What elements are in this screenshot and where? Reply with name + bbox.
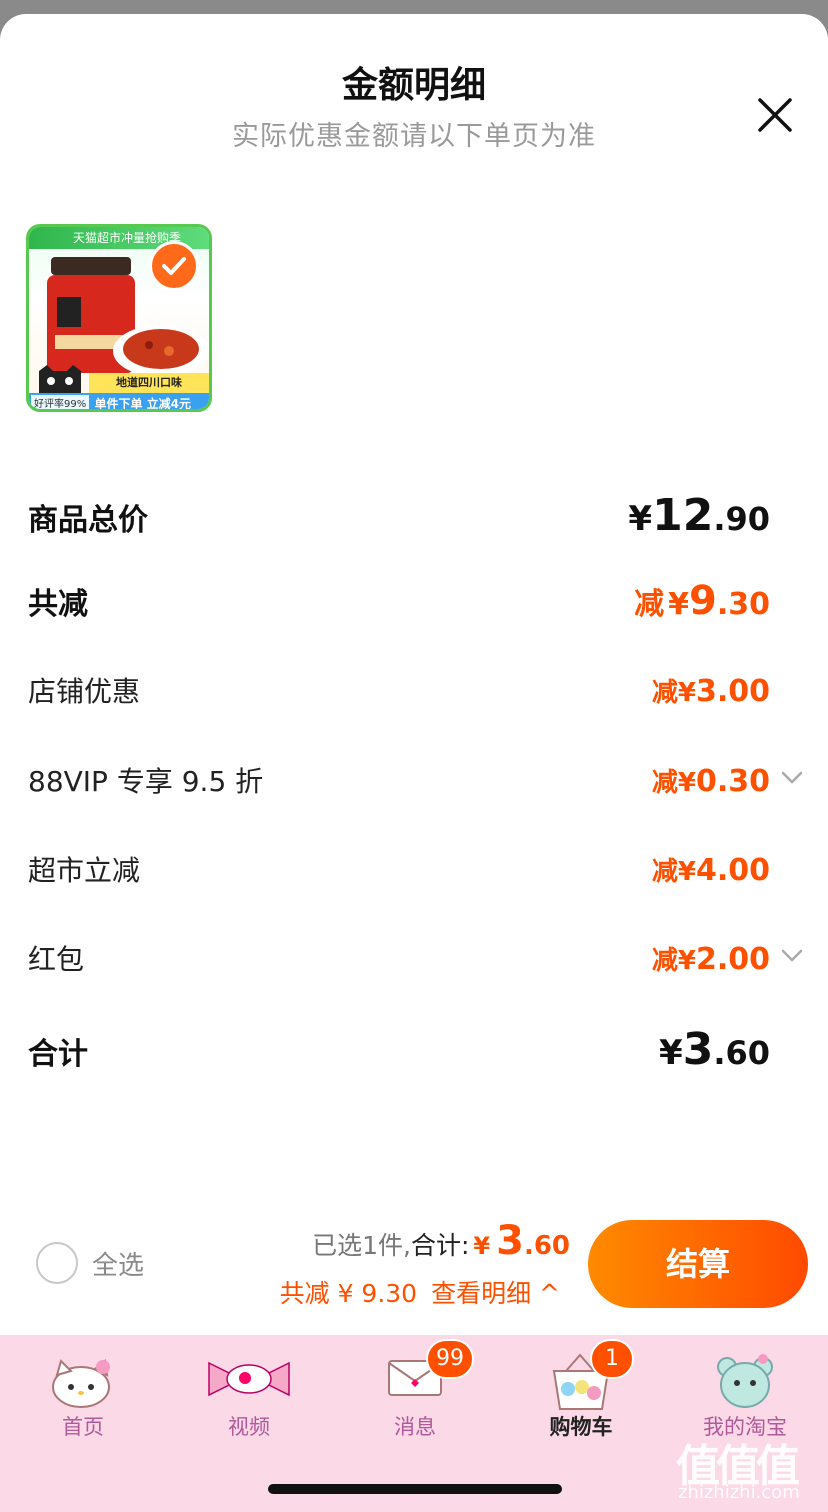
sheet-title: 金额明细 (341, 65, 486, 106)
selected-summary: 已选1件, 合计: ¥ 3 .60 (312, 1218, 570, 1264)
cart-badge: 1 (590, 1339, 634, 1379)
view-detail-link[interactable]: 共减 ¥ 9.30 查看明细 ^ (280, 1274, 560, 1310)
row-sum: 合计 ¥3.60 (28, 1024, 770, 1075)
saved-amount-text: 共减 ¥ 9.30 (279, 1279, 418, 1308)
footer-total-label: 合计: (410, 1231, 470, 1260)
shop-discount-label: 店铺优惠 (28, 675, 141, 708)
product-thumbnail[interactable]: 天猫超市冲量抢购季 地道四川口味 单件下单 立减4元 好评率99% (26, 224, 212, 412)
row-vip-discount[interactable]: 88VIP 专享 9.5 折 减¥0.30 (28, 760, 770, 800)
market-discount-value: 减¥4.00 (651, 853, 770, 888)
selected-count-text: 已选1件, (312, 1231, 411, 1260)
tab-messages-label: 消息 (394, 1415, 436, 1439)
view-detail-text[interactable]: 查看明细 ^ (431, 1274, 560, 1310)
hello-kitty-icon (52, 1359, 110, 1408)
total-price-label: 商品总价 (28, 503, 148, 538)
sum-value: ¥3.60 (659, 1024, 770, 1075)
market-discount-label: 超市立减 (28, 854, 141, 887)
chili-dish-image (113, 325, 209, 377)
bear-icon (717, 1354, 773, 1408)
shop-discount-value: 减¥3.00 (651, 674, 770, 709)
vip-discount-value: 减¥0.30 (651, 764, 770, 799)
checkout-button[interactable]: 结算 (588, 1220, 808, 1308)
tmall-cat-icon (39, 365, 81, 393)
product-rating-label: 好评率99% (31, 395, 90, 409)
row-total-price: 商品总价 ¥12.90 (28, 490, 770, 541)
vip-discount-label: 88VIP 专享 9.5 折 (28, 765, 264, 798)
footer-total-int: 3 (496, 1218, 524, 1264)
red-packet-label: 红包 (28, 943, 85, 976)
messages-badge: 99 (426, 1339, 474, 1379)
tab-messages[interactable]: 99 消息 (332, 1335, 498, 1455)
total-discount-value: 减 ¥9.30 (634, 578, 770, 624)
candy-icon (208, 1361, 290, 1397)
tab-home-label: 首页 (62, 1415, 104, 1439)
sheet-subtitle: 实际优惠金额请以下单页为准 (232, 121, 596, 152)
chevron-down-icon[interactable] (780, 948, 804, 964)
row-red-packet[interactable]: 红包 减¥2.00 (28, 938, 770, 978)
tab-cart[interactable]: 1 购物车 (498, 1335, 664, 1455)
home-indicator[interactable] (268, 1484, 562, 1494)
tab-video[interactable]: 视频 (166, 1335, 332, 1455)
tab-video-label: 视频 (228, 1415, 270, 1439)
site-watermark-url: zhizhizhi.com (678, 1482, 800, 1503)
total-discount-label: 共减 (28, 587, 88, 622)
sum-label: 合计 (28, 1037, 88, 1072)
select-all-toggle[interactable]: 全选 (36, 1242, 144, 1284)
row-market-discount: 超市立减 减¥4.00 (28, 849, 770, 889)
red-packet-value: 减¥2.00 (651, 942, 770, 977)
tab-home[interactable]: 首页 (0, 1335, 166, 1455)
footer-total-dec: .60 (523, 1231, 570, 1261)
select-all-radio[interactable] (36, 1242, 78, 1284)
row-shop-discount: 店铺优惠 减¥3.00 (28, 670, 770, 710)
chevron-down-icon[interactable] (780, 770, 804, 786)
total-price-value: ¥12.90 (628, 490, 770, 541)
selected-check-icon[interactable] (149, 241, 199, 291)
close-icon[interactable] (754, 94, 796, 136)
select-all-label: 全选 (92, 1250, 145, 1281)
row-total-discount: 共减 减 ¥9.30 (28, 578, 770, 624)
tab-cart-label: 购物车 (549, 1415, 613, 1439)
footer-currency: ¥ (473, 1232, 491, 1260)
product-taste-label: 地道四川口味 (89, 373, 209, 393)
